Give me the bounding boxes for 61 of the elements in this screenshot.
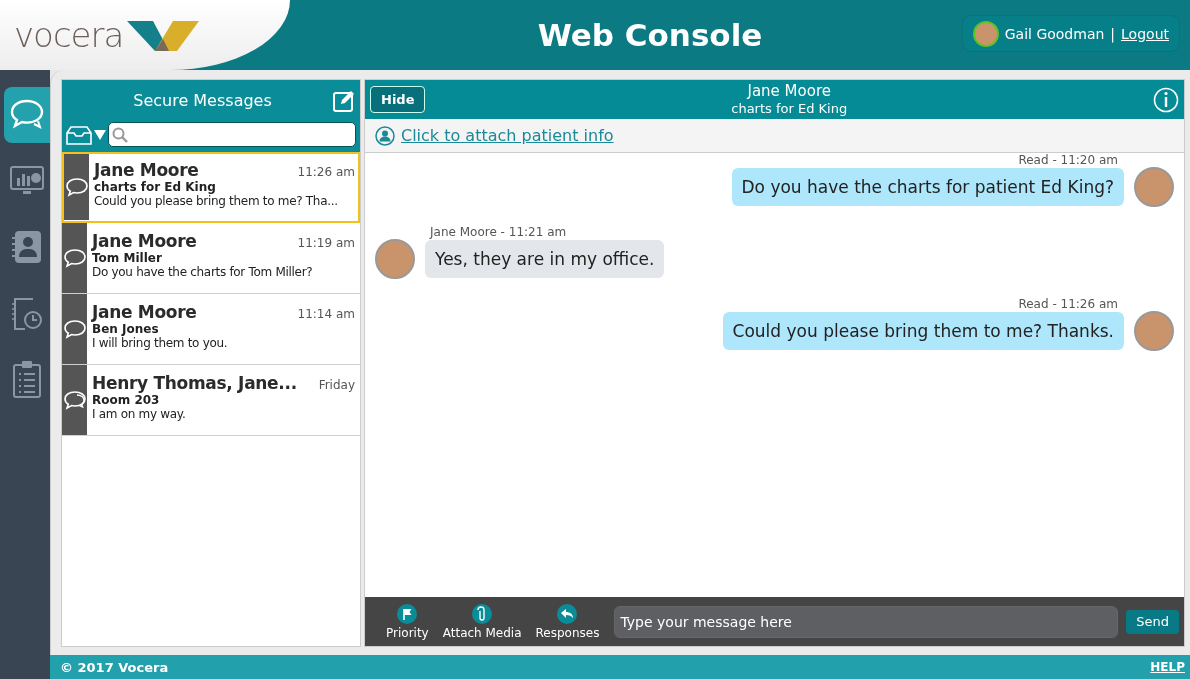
- message-meta: Jane Moore - 11:21 am: [430, 225, 568, 239]
- composer-action[interactable]: Priority: [379, 603, 436, 640]
- message-bubble: Could you please bring them to me? Thanks.: [722, 312, 1124, 350]
- copyright-text: © 2017 Vocera: [60, 659, 169, 675]
- conversation-subject: charts for Ed King: [94, 180, 217, 194]
- calendar-clock-icon[interactable]: [11, 296, 43, 330]
- message-time: 11:19 am: [297, 236, 355, 250]
- message-preview: Do you have the charts for Tom Miller?: [92, 265, 314, 279]
- contact-book-icon[interactable]: [11, 230, 43, 264]
- conversation-subject: Ben Jones: [92, 322, 160, 336]
- logo-wordmark: vocera: [14, 15, 124, 55]
- paperclip-icon: [472, 603, 493, 624]
- clipboard-checklist-icon[interactable]: [12, 360, 42, 398]
- app-title: Web Console: [537, 17, 763, 53]
- message-time: 11:14 am: [297, 307, 355, 321]
- conversation-item[interactable]: Henry Thomas, Jane... Friday Room 203 I am on my way.: [62, 365, 360, 436]
- user-name: Gail Goodman: [1004, 25, 1105, 42]
- panel-title: Secure Messages: [132, 91, 273, 110]
- hide-button[interactable]: Hide: [370, 86, 426, 113]
- sender-name: Jane Moore: [94, 160, 199, 180]
- conversation-item[interactable]: Jane Moore 11:14 am Ben Jones I will bring them to you.: [62, 294, 360, 365]
- flag-icon: [397, 603, 418, 624]
- avatar: [375, 239, 415, 279]
- chat-subject: charts for Ed King: [730, 99, 849, 118]
- conversation-subject: Tom Miller: [92, 251, 163, 265]
- monitor-chart-icon[interactable]: [10, 166, 44, 196]
- search-field[interactable]: [108, 122, 356, 147]
- chat-bubble-icon: [64, 176, 89, 198]
- message-meta: Read - 11:20 am: [1018, 153, 1118, 167]
- chat-title: Jane Moore: [745, 81, 832, 100]
- attach-patient-link[interactable]: Click to attach patient info: [401, 126, 614, 145]
- message-input[interactable]: Type your message here: [614, 605, 1119, 638]
- conversation-item[interactable]: Jane Moore 11:19 am Tom Miller Do you have the charts for Tom Miller?: [62, 223, 360, 294]
- avatar: [1134, 311, 1174, 351]
- conversation-subject: Room 203: [92, 393, 161, 407]
- avatar: [1134, 167, 1174, 207]
- inbox-icon[interactable]: [66, 124, 92, 145]
- search-icon: [112, 127, 128, 143]
- nav-tab[interactable]: [4, 87, 50, 143]
- message-time: 11:26 am: [297, 165, 355, 179]
- composer-action[interactable]: Responses: [528, 603, 607, 640]
- logout-link[interactable]: Logout: [1121, 25, 1169, 42]
- sender-name: Jane Moore: [92, 231, 197, 251]
- message-preview: I will bring them to you.: [92, 336, 229, 350]
- compose-icon[interactable]: [333, 89, 355, 112]
- message-time: Friday: [318, 378, 355, 392]
- message-meta: Read - 11:26 am: [1018, 297, 1118, 311]
- composer-action[interactable]: Attach Media: [435, 603, 529, 640]
- sender-name: Jane Moore: [92, 302, 197, 322]
- message-preview: Could you please bring them to me? Tha...: [94, 194, 339, 208]
- message-bubble: Do you have the charts for patient Ed King?: [731, 168, 1124, 206]
- patient-icon: [375, 125, 395, 146]
- message-preview: I am on my way.: [92, 407, 187, 421]
- user-avatar: [972, 20, 999, 47]
- separator-text: |: [1110, 25, 1116, 42]
- send-button[interactable]: Send: [1126, 609, 1179, 634]
- sender-name: Henry Thomas, Jane...: [92, 373, 297, 393]
- info-icon[interactable]: [1153, 86, 1179, 113]
- conversation-item[interactable]: Jane Moore 11:26 am charts for Ed King Could you please bring them to me? Tha...: [62, 152, 360, 223]
- message-bubble: Yes, they are in my office.: [425, 240, 665, 278]
- dropdown-caret-icon[interactable]: [94, 128, 106, 141]
